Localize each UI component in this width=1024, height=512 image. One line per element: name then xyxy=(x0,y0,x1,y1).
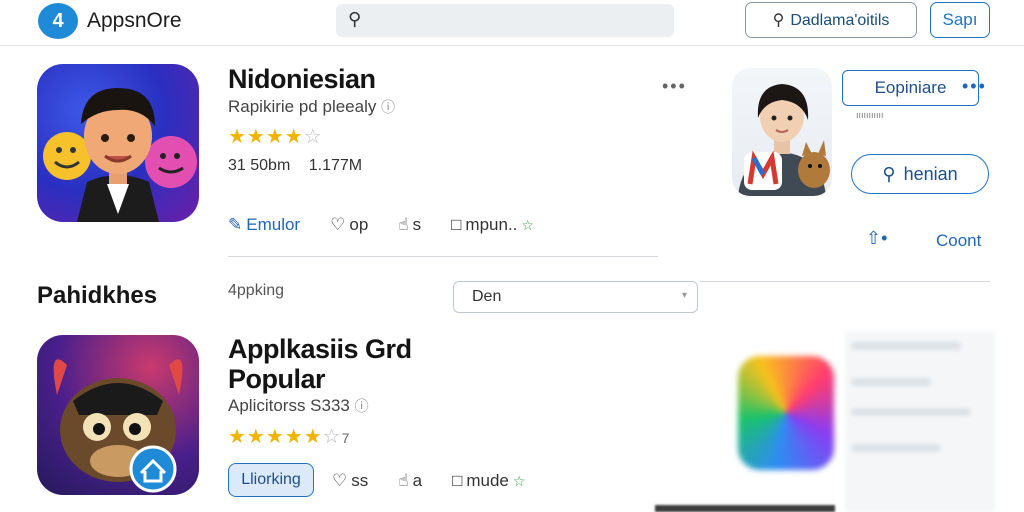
comment-action[interactable]: □ mude ☆ xyxy=(452,471,525,491)
heart-icon: ♡ xyxy=(332,471,348,490)
count-link[interactable]: Coont xyxy=(936,231,981,251)
comment-action[interactable]: □ mpun.. ☆ xyxy=(451,215,534,235)
avatar-boy-illustration xyxy=(43,88,197,222)
edit-action[interactable]: ✎ Emulor xyxy=(228,215,300,235)
thumbs-action[interactable]: ☝ s xyxy=(398,215,421,235)
chevron-down-icon[interactable]: ▾ xyxy=(682,290,687,301)
header-search-button[interactable]: ⚲ Dadlama'oitils xyxy=(745,2,917,38)
info-icon: ⓘ xyxy=(381,99,396,115)
section-tag: 4ppking xyxy=(228,282,285,299)
follow-button[interactable]: ⚲ henian xyxy=(851,154,989,194)
panel-more-icon[interactable]: ••• xyxy=(962,76,987,97)
star-rating: ★★★★☆ xyxy=(228,126,323,148)
app-downloads: 1.177M xyxy=(308,157,363,174)
search-input[interactable] xyxy=(378,8,658,33)
header-save-button[interactable]: Sapı xyxy=(930,2,990,38)
comment-icon: □ xyxy=(451,215,462,234)
placeholder-line xyxy=(851,444,941,452)
open-button[interactable]: Eopiniare xyxy=(842,70,979,106)
more-options-icon[interactable]: ••• xyxy=(662,76,687,97)
search-box[interactable]: ⚲ xyxy=(336,4,674,37)
panel-note: ııııııııııı xyxy=(856,110,884,120)
share-icon[interactable]: ⇧• xyxy=(866,228,887,249)
profile-photo xyxy=(738,84,830,196)
app-size: 31 50bm xyxy=(228,157,291,174)
star-outline-icon: ☆ xyxy=(512,472,526,489)
app-title[interactable]: Nidoniesian xyxy=(228,64,376,95)
app2-subtitle: Aplicitorss S333 ⓘ xyxy=(228,396,369,415)
placeholder-line xyxy=(851,378,931,386)
search-icon: ⚲ xyxy=(772,12,785,29)
app2-title[interactable]: Applkasiis Grd Popular xyxy=(228,334,412,394)
placeholder-line xyxy=(851,408,971,416)
blurred-list-panel xyxy=(845,332,995,512)
comment-icon: □ xyxy=(452,471,463,490)
section-title: Pahidkhes xyxy=(37,282,158,309)
app2-actions: ♡ ss ☝ a □ mude ☆ xyxy=(332,471,525,491)
install-button[interactable]: Lliorking xyxy=(228,463,314,497)
thumbs-up-icon: ☝ xyxy=(398,215,409,234)
app-subtitle: Rapikirie pd pleealy ⓘ xyxy=(228,97,396,116)
bull-mascot-illustration xyxy=(53,359,183,493)
divider xyxy=(700,281,990,282)
app-store-logo[interactable]: 4 xyxy=(38,3,78,39)
app-icon-popular[interactable] xyxy=(37,335,199,495)
divider xyxy=(228,256,658,257)
bottom-scroll-bar xyxy=(655,505,835,512)
search-icon: ⚲ xyxy=(882,163,896,184)
top-header: 4 AppsnOre ⚲ ⚲ Dadlama'oitils Sapı xyxy=(0,0,1024,46)
app2-star-rating: ★★★★★☆7 xyxy=(228,426,351,448)
profile-avatar[interactable] xyxy=(732,68,832,196)
header-search-label: Dadlama'oitils xyxy=(790,12,890,29)
heart-icon: ♡ xyxy=(330,215,346,234)
like-action[interactable]: ♡ ss xyxy=(332,471,368,491)
app-icon-nidoniesian[interactable] xyxy=(37,64,199,222)
app-meta: 31 50bm 1.177M xyxy=(228,157,362,175)
star-outline-icon: ☆ xyxy=(521,216,534,233)
blurred-app-icon xyxy=(738,356,834,470)
info-icon: ⓘ xyxy=(354,398,369,414)
thumbs-up-icon: ☝ xyxy=(398,471,409,490)
app-actions: ✎ Emulor ♡ op ☝ s □ mpun.. ☆ xyxy=(228,215,534,235)
rating-count: 7 xyxy=(341,430,351,446)
app2-title-line1: Applkasiis Grd xyxy=(228,334,412,364)
app2-title-line2: Popular xyxy=(228,364,326,394)
thumbs-action[interactable]: ☝ a xyxy=(398,471,422,491)
pencil-icon: ✎ xyxy=(228,215,243,234)
brand-name: AppsnOre xyxy=(87,9,182,32)
like-action[interactable]: ♡ op xyxy=(330,215,368,235)
placeholder-line xyxy=(851,342,961,350)
filter-input[interactable] xyxy=(453,281,698,313)
search-icon: ⚲ xyxy=(348,9,362,29)
